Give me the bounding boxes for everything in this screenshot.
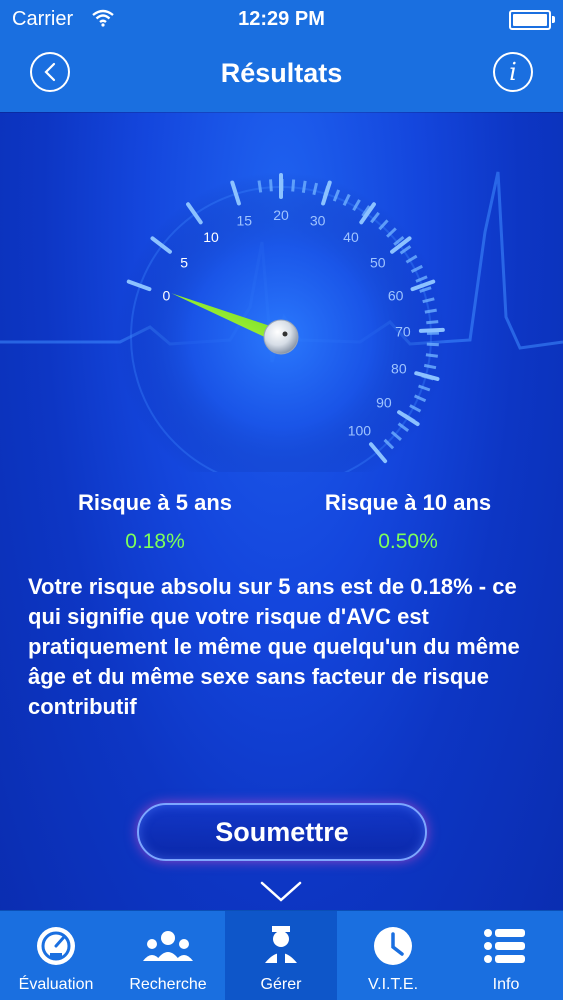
clock-icon — [374, 927, 412, 965]
people-icon — [143, 931, 193, 961]
tab-evaluation[interactable]: Évaluation — [0, 911, 112, 1000]
five-year-risk: Risque à 5 ans 0.18% — [45, 490, 265, 554]
tab-gerer-label: Gérer — [260, 976, 302, 993]
ten-year-value: 0.50% — [378, 530, 438, 553]
gauge-minor-tick — [269, 179, 273, 192]
tab-recherche[interactable]: Recherche — [112, 911, 224, 1000]
gauge-tick-label: 15 — [237, 213, 253, 229]
ten-year-risk: Risque à 10 ans 0.50% — [298, 490, 518, 554]
ten-year-label: Risque à 10 ans — [324, 490, 492, 515]
tab-recherche-label: Recherche — [129, 976, 207, 993]
tab-evaluation-label: Évaluation — [18, 976, 94, 993]
info-button[interactable]: i — [493, 52, 533, 92]
gauge-minor-tick — [291, 179, 296, 192]
tab-vite[interactable]: V.I.T.E. — [337, 911, 449, 1000]
gauge-minor-tick — [425, 353, 439, 358]
gauge-tick-label: 90 — [376, 395, 392, 411]
top-bar: Carrier 12:29 PM Résultats i — [0, 0, 563, 112]
gauge-minor-tick — [301, 180, 307, 193]
tab-bar: Évaluation Recherche Gérer V.I.T.E. Info — [0, 910, 563, 1000]
battery-icon — [509, 10, 555, 30]
gauge-tick-label: 80 — [391, 361, 407, 377]
gauge-tick-label: 100 — [348, 422, 372, 438]
gauge-tick-label: 0 — [162, 287, 170, 303]
gauge-minor-tick — [426, 320, 439, 325]
tab-vite-label: V.I.T.E. — [367, 976, 419, 993]
submit-button[interactable]: Soumettre — [137, 803, 427, 861]
gauge-tick-label: 50 — [370, 255, 386, 271]
chevron-down-icon[interactable] — [259, 880, 303, 904]
app-root: Carrier 12:29 PM Résultats i 0 5 10 15 2… — [0, 0, 563, 1000]
gauge-tick-label: 60 — [388, 287, 404, 303]
doctor-icon — [265, 926, 297, 963]
page-title: Résultats — [220, 58, 343, 88]
gauge-tick-label: 5 — [180, 255, 188, 271]
risk-gauge: 05 10 15 20 30 40 5060 70 80 90100 — [0, 171, 563, 472]
gauge-tick-label: 10 — [203, 229, 219, 245]
gauge-hub — [263, 319, 299, 355]
status-bar: Carrier 12:29 PM — [0, 0, 563, 38]
gauge-tick-label: 40 — [343, 229, 359, 245]
gauge-major-tick — [418, 327, 445, 333]
tab-info[interactable]: Info — [450, 911, 562, 1000]
tab-info-label: Info — [492, 976, 520, 993]
gauge-minor-tick — [257, 180, 263, 193]
tab-gerer[interactable]: Gérer — [225, 911, 337, 1000]
info-icon: i — [509, 58, 517, 86]
gauge-tick-label: 70 — [395, 324, 411, 340]
five-year-label: Risque à 5 ans — [77, 490, 233, 515]
list-icon — [484, 929, 525, 963]
gauge-tick-label: 20 — [273, 207, 289, 223]
risk-description: Votre risque absolu sur 5 ans est de 0.1… — [28, 574, 520, 719]
gauge-tick-label: 30 — [310, 213, 326, 229]
gauge-minor-tick — [426, 342, 439, 347]
status-time: 12:29 PM — [238, 8, 325, 30]
gauge-icon — [37, 927, 75, 965]
five-year-value: 0.18% — [125, 530, 185, 553]
gauge-minor-tick — [424, 308, 437, 314]
